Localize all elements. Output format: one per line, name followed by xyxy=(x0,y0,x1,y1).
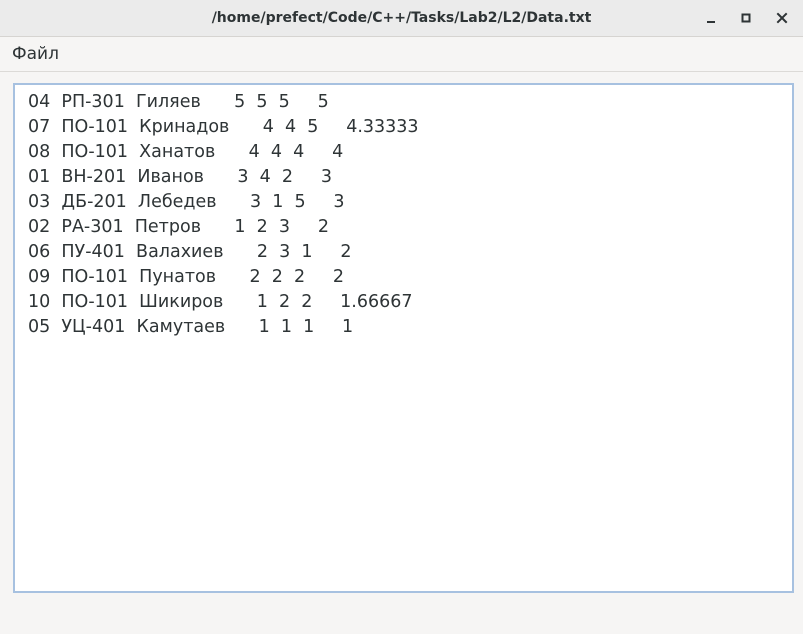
text-line: 09 ПО-101 Пунатов 2 2 2 2 xyxy=(28,267,345,287)
text-line: 08 ПО-101 Ханатов 4 4 4 4 xyxy=(28,142,344,162)
text-line: 10 ПО-101 Шикиров 1 2 2 1.66667 xyxy=(28,292,413,312)
close-icon xyxy=(776,12,788,24)
text-line: 04 РП-301 Гиляев 5 5 5 5 xyxy=(28,92,329,112)
text-lines: 04 РП-301 Гиляев 5 5 5 5 07 ПО-101 Крина… xyxy=(28,90,419,340)
menu-item-file[interactable]: Файл xyxy=(5,40,66,68)
maximize-icon xyxy=(741,13,751,23)
text-line: 03 ДБ-201 Лебедев 3 1 5 3 xyxy=(28,192,345,212)
text-view[interactable]: 04 РП-301 Гиляев 5 5 5 5 07 ПО-101 Крина… xyxy=(13,83,794,593)
text-line: 01 ВН-201 Иванов 3 4 2 3 xyxy=(28,167,332,187)
text-line: 06 ПУ-401 Валахиев 2 3 1 2 xyxy=(28,242,352,262)
text-line: 02 РА-301 Петров 1 2 3 2 xyxy=(28,217,329,237)
minimize-icon xyxy=(707,21,715,23)
text-line: 07 ПО-101 Кринадов 4 4 5 4.33333 xyxy=(28,117,419,137)
text-line: 05 УЦ-401 Камутаев 1 1 1 1 xyxy=(28,317,354,337)
maximize-button[interactable] xyxy=(733,6,759,30)
window-titlebar[interactable]: /home/prefect/Code/C++/Tasks/Lab2/L2/Dat… xyxy=(0,0,803,37)
minimize-button[interactable] xyxy=(698,6,724,30)
menu-bar: Файл xyxy=(0,37,803,72)
window-title: /home/prefect/Code/C++/Tasks/Lab2/L2/Dat… xyxy=(211,10,592,26)
close-button[interactable] xyxy=(769,6,795,30)
